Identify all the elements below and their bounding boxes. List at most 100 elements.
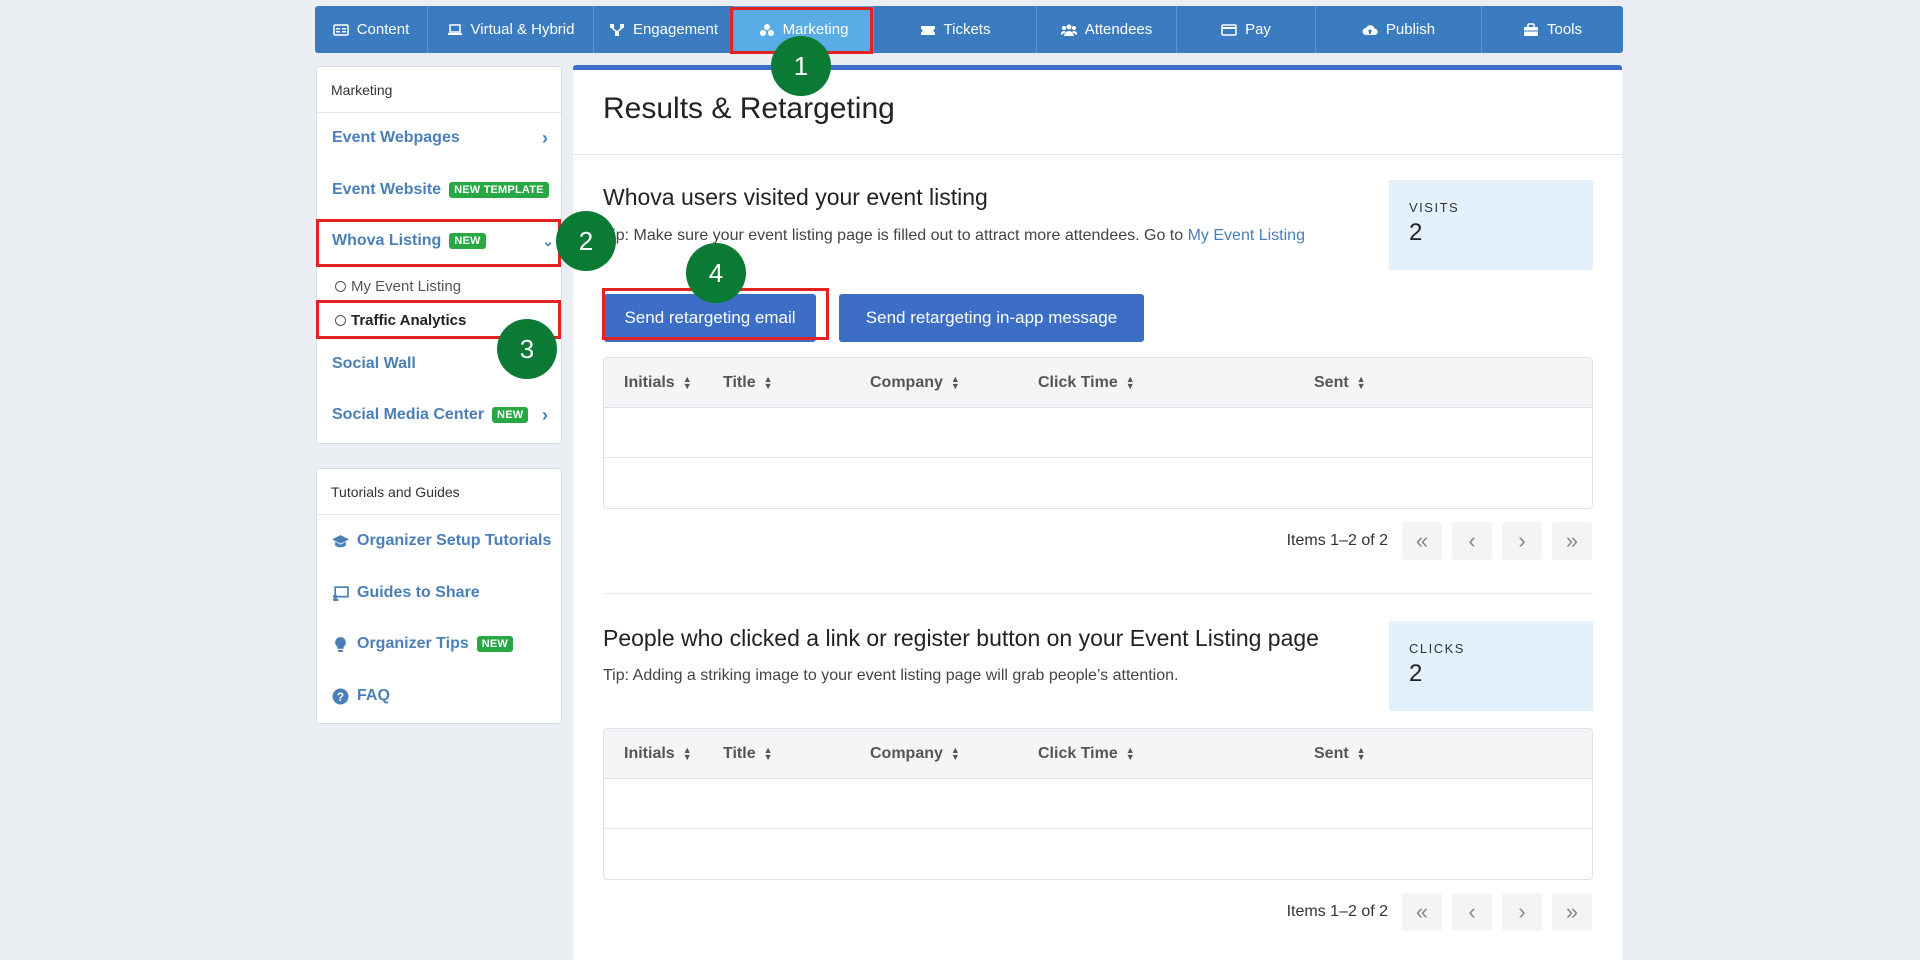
first-page-icon[interactable]: « bbox=[1402, 522, 1442, 560]
table-row bbox=[604, 458, 1592, 508]
nav-publish[interactable]: Publish bbox=[1316, 6, 1482, 53]
nav-content[interactable]: Content bbox=[315, 6, 428, 53]
clicks-table: Initials ▲ ▼ Title ▲ ▼ Company ▲ ▼ Click Time ▲… bbox=[603, 728, 1593, 880]
pagination-label: Items 1–2 of 2 bbox=[1286, 903, 1388, 920]
column-click-time[interactable]: Click Time ▲ ▼ bbox=[1038, 374, 1135, 392]
lightbulb-icon bbox=[335, 636, 346, 652]
toolbox-icon bbox=[1523, 22, 1538, 36]
nav-pay[interactable]: Pay bbox=[1177, 6, 1316, 53]
column-click-time-label: Click Time bbox=[1038, 374, 1118, 391]
svg-text:?: ? bbox=[337, 690, 344, 703]
step-marker-2: 2 bbox=[556, 211, 616, 271]
nav-attendees[interactable]: Attendees bbox=[1037, 6, 1177, 53]
event-website-label: Event Website bbox=[332, 181, 442, 198]
prev-page-icon[interactable]: ‹ bbox=[1452, 522, 1492, 560]
next-page-icon[interactable]: › bbox=[1502, 893, 1542, 931]
sidebar-item-my-event-listing[interactable]: My Event Listing bbox=[335, 278, 461, 295]
column-title[interactable]: Title ▲ ▼ bbox=[723, 745, 773, 763]
column-company[interactable]: Company ▲ ▼ bbox=[870, 374, 960, 392]
radio-icon bbox=[335, 281, 346, 292]
chevron-right-icon: › bbox=[542, 404, 548, 425]
visits-stat-card: VISITS 2 bbox=[1389, 180, 1593, 270]
network-icon bbox=[609, 23, 624, 36]
my-event-listing-link[interactable]: My Event Listing bbox=[1188, 227, 1305, 244]
tutorials-panel: Tutorials and Guides Organizer Setup Tut… bbox=[316, 468, 562, 724]
visits-section-title: Whova users visited your event listing bbox=[603, 184, 988, 210]
column-sent[interactable]: Sent ▲ ▼ bbox=[1314, 745, 1366, 763]
clicks-stat-card: CLICKS 2 bbox=[1389, 621, 1593, 711]
sidebar-item-guides-to-share[interactable]: Guides to Share bbox=[332, 584, 480, 602]
column-company-label: Company bbox=[870, 374, 943, 391]
clicks-table-header: Initials ▲ ▼ Title ▲ ▼ Company ▲ ▼ Click Time ▲… bbox=[604, 729, 1592, 779]
step-marker-1: 1 bbox=[771, 36, 831, 96]
social-media-center-new-badge: NEW bbox=[492, 407, 529, 423]
prev-page-icon[interactable]: ‹ bbox=[1452, 893, 1492, 931]
nav-tools-label: Tools bbox=[1546, 21, 1583, 38]
column-title[interactable]: Title ▲ ▼ bbox=[723, 374, 773, 392]
tutorials-panel-title: Tutorials and Guides bbox=[317, 469, 561, 515]
main-panel: Results & Retargeting Whova users visite… bbox=[573, 65, 1622, 960]
sort-icon: ▲ ▼ bbox=[1125, 374, 1135, 391]
section-divider bbox=[603, 593, 1593, 594]
organizer-tips-new-badge: NEW bbox=[476, 636, 513, 652]
sort-icon: ▲ ▼ bbox=[763, 745, 773, 762]
nav-pay-label: Pay bbox=[1245, 21, 1271, 38]
pagination-label: Items 1–2 of 2 bbox=[1286, 532, 1388, 549]
nav-virtual-hybrid-label: Virtual & Hybrid bbox=[470, 21, 575, 38]
sidebar-item-social-media-center[interactable]: Social Media Center NEW › bbox=[332, 404, 558, 425]
sort-icon: ▲ ▼ bbox=[682, 374, 692, 391]
nav-engagement[interactable]: Engagement bbox=[594, 6, 734, 53]
sort-icon: ▲ ▼ bbox=[1356, 374, 1366, 391]
clicks-stat-label: CLICKS bbox=[1409, 641, 1465, 656]
cloud-upload-icon bbox=[1362, 24, 1378, 35]
column-click-time[interactable]: Click Time ▲ ▼ bbox=[1038, 745, 1135, 763]
next-page-icon[interactable]: › bbox=[1502, 522, 1542, 560]
column-title-label: Title bbox=[723, 745, 756, 762]
clicks-tip: Tip: Adding a striking image to your eve… bbox=[603, 667, 1179, 684]
top-nav: Content Virtual & Hybrid Engagement Mark… bbox=[315, 6, 1623, 53]
sidebar-item-organizer-tips[interactable]: Organizer Tips NEW bbox=[332, 635, 513, 653]
column-company-label: Company bbox=[870, 745, 943, 762]
column-sent-label: Sent bbox=[1314, 374, 1349, 391]
sort-icon: ▲ ▼ bbox=[1356, 745, 1366, 762]
sidebar-item-organizer-setup-tutorials[interactable]: Organizer Setup Tutorials bbox=[332, 532, 551, 550]
marketing-panel-title: Marketing bbox=[317, 67, 561, 113]
visits-table-header: Initials ▲ ▼ Title ▲ ▼ Company ▲ ▼ Click Time ▲… bbox=[604, 358, 1592, 408]
column-title-label: Title bbox=[723, 374, 756, 391]
table-row bbox=[604, 829, 1592, 879]
column-company[interactable]: Company ▲ ▼ bbox=[870, 745, 960, 763]
nav-virtual-hybrid[interactable]: Virtual & Hybrid bbox=[428, 6, 594, 53]
question-circle-icon: ? bbox=[332, 688, 349, 704]
sidebar-item-faq[interactable]: ? FAQ bbox=[332, 687, 390, 705]
organizer-setup-tutorials-label: Organizer Setup Tutorials bbox=[357, 532, 552, 549]
laptop-icon bbox=[447, 23, 462, 35]
column-sent[interactable]: Sent ▲ ▼ bbox=[1314, 374, 1366, 392]
nav-tools[interactable]: Tools bbox=[1482, 6, 1623, 53]
social-wall-label: Social Wall bbox=[332, 355, 416, 372]
nav-engagement-label: Engagement bbox=[632, 21, 719, 38]
first-page-icon[interactable]: « bbox=[1402, 893, 1442, 931]
guides-to-share-label: Guides to Share bbox=[357, 584, 480, 601]
last-page-icon[interactable]: » bbox=[1552, 893, 1592, 931]
sort-icon: ▲ ▼ bbox=[682, 745, 692, 762]
sort-icon: ▲ ▼ bbox=[950, 374, 960, 391]
sidebar-item-social-wall[interactable]: Social Wall bbox=[332, 355, 416, 373]
sidebar-item-event-webpages[interactable]: Event Webpages › bbox=[332, 128, 558, 148]
column-sent-label: Sent bbox=[1314, 745, 1349, 762]
step-marker-3: 3 bbox=[497, 319, 557, 379]
visits-table: Initials ▲ ▼ Title ▲ ▼ Company ▲ ▼ Click Time ▲… bbox=[603, 357, 1593, 509]
column-initials[interactable]: Initials ▲ ▼ bbox=[624, 374, 692, 392]
nav-tickets-label: Tickets bbox=[943, 21, 991, 38]
visits-stat-label: VISITS bbox=[1409, 200, 1460, 215]
send-retargeting-in-app-button[interactable]: Send retargeting in-app message bbox=[839, 294, 1144, 342]
column-click-time-label: Click Time bbox=[1038, 745, 1118, 762]
sidebar-item-event-website[interactable]: Event Website NEW TEMPLATE bbox=[332, 181, 549, 199]
column-initials-label: Initials bbox=[624, 374, 675, 391]
last-page-icon[interactable]: » bbox=[1552, 522, 1592, 560]
clicks-stat-value: 2 bbox=[1409, 660, 1423, 687]
attendees-icon bbox=[1060, 24, 1077, 36]
nav-tickets[interactable]: Tickets bbox=[874, 6, 1037, 53]
column-initials[interactable]: Initials ▲ ▼ bbox=[624, 745, 692, 763]
presentation-icon bbox=[333, 585, 349, 601]
card-icon bbox=[1221, 23, 1237, 36]
